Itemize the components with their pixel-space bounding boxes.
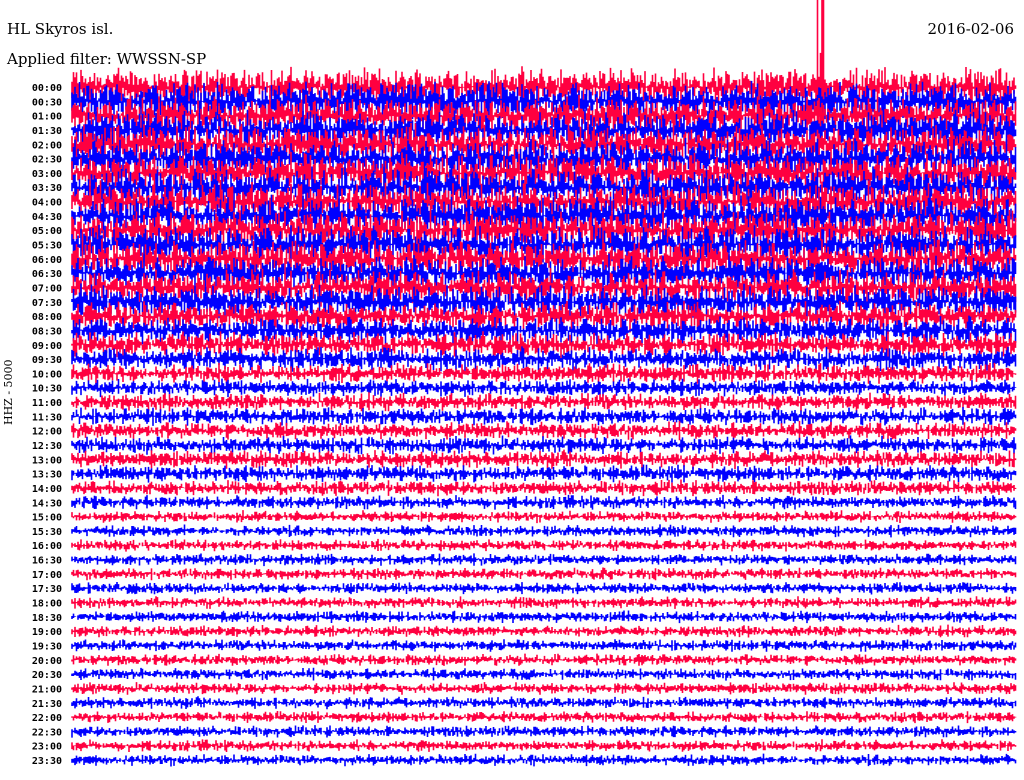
- trace-1530: [71, 524, 1017, 538]
- row-label: 18:00: [32, 599, 62, 610]
- trace-1400: [71, 479, 1017, 497]
- trace-1330: [71, 464, 1017, 483]
- row-label: 04:00: [32, 198, 62, 209]
- row-label: 22:30: [32, 727, 62, 738]
- row-label: 04:30: [32, 212, 62, 223]
- row-label: 21:00: [32, 684, 62, 695]
- row-label: 19:30: [32, 641, 62, 652]
- row-label: 15:00: [32, 513, 62, 524]
- trace-1100: [71, 392, 1017, 412]
- row-label: 16:30: [32, 556, 62, 567]
- row-label: 05:00: [32, 226, 62, 237]
- helicorder-plot: 00:00 00:30 01:00 01:30 02:00 02:30 03:00 03:30…: [32, 0, 1017, 767]
- trace-1930: [71, 639, 1017, 652]
- row-label: 03:30: [32, 183, 62, 194]
- row-label: 19:00: [32, 627, 62, 638]
- trace-1230: [71, 435, 1017, 455]
- trace-2300: [71, 739, 1017, 752]
- trace-2030: [71, 667, 1017, 681]
- row-label: 01:00: [32, 112, 62, 123]
- row-label: 13:00: [32, 455, 62, 466]
- row-label: 18:30: [32, 613, 62, 624]
- trace-1730: [71, 582, 1017, 595]
- row-label: 10:00: [32, 369, 62, 380]
- row-label: 23:30: [32, 756, 62, 767]
- trace-2330: [71, 753, 1017, 767]
- row-label: 09:30: [32, 355, 62, 366]
- row-label: 07:00: [32, 283, 62, 294]
- trace-1300: [71, 449, 1017, 470]
- row-label: 20:30: [32, 670, 62, 681]
- row-label: 03:00: [32, 169, 62, 180]
- row-label: 06:00: [32, 255, 62, 266]
- trace-1500: [71, 510, 1017, 524]
- trace-2230: [71, 725, 1017, 738]
- trace-2200: [71, 711, 1017, 724]
- trace-1900: [71, 624, 1017, 638]
- trace-1800: [71, 596, 1017, 609]
- row-label: 00:30: [32, 97, 62, 108]
- trace-1830: [71, 610, 1017, 624]
- row-label: 08:30: [32, 326, 62, 337]
- row-label: 12:00: [32, 427, 62, 438]
- row-label: 06:30: [32, 269, 62, 280]
- row-label: 17:30: [32, 584, 62, 595]
- trace-1000: [71, 362, 1017, 384]
- row-label: 22:00: [32, 713, 62, 724]
- row-label: 02:00: [32, 140, 62, 151]
- row-label: 09:00: [32, 341, 62, 352]
- trace-1700: [71, 567, 1017, 581]
- row-label: 11:00: [32, 398, 62, 409]
- row-label: 01:30: [32, 126, 62, 137]
- row-label: 11:30: [32, 412, 62, 423]
- row-label: 23:00: [32, 742, 62, 753]
- trace-1430: [71, 494, 1017, 510]
- row-label: 10:30: [32, 384, 62, 395]
- row-label: 21:30: [32, 699, 62, 710]
- trace-1600: [71, 538, 1017, 552]
- row-label: 17:00: [32, 570, 62, 581]
- row-label: 02:30: [32, 155, 62, 166]
- row-label: 13:30: [32, 470, 62, 481]
- row-label: 08:00: [32, 312, 62, 323]
- trace-2130: [71, 696, 1017, 710]
- row-label: 16:00: [32, 541, 62, 552]
- row-label: 00:00: [32, 83, 62, 94]
- row-label: 15:30: [32, 527, 62, 538]
- trace-2100: [71, 682, 1017, 695]
- trace-2000: [71, 653, 1017, 666]
- row-label: 20:00: [32, 656, 62, 667]
- trace-1630: [71, 553, 1017, 567]
- row-label: 12:30: [32, 441, 62, 452]
- row-label: 14:00: [32, 484, 62, 495]
- row-label: 14:30: [32, 498, 62, 509]
- trace-1130: [71, 407, 1017, 426]
- row-label: 07:30: [32, 298, 62, 309]
- trace-1030: [71, 378, 1017, 398]
- row-label: 05:30: [32, 241, 62, 252]
